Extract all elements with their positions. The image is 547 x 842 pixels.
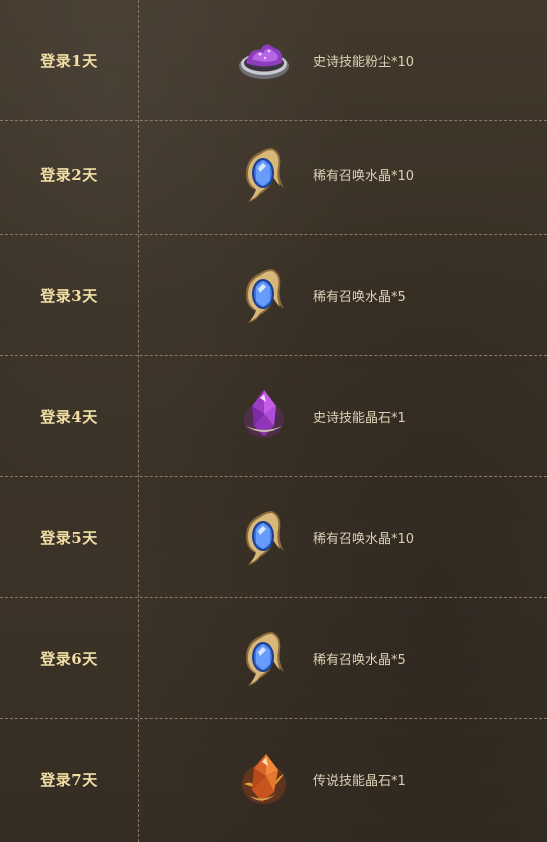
day-label: 登录7天 xyxy=(40,771,98,789)
day-label: 登录3天 xyxy=(40,286,98,305)
blue-summon-crystal-icon xyxy=(236,144,292,204)
reward-row-day-5: 登录5天 稀有召唤水晶*10 xyxy=(0,477,547,598)
reward-text: 传说技能晶石*1 xyxy=(313,774,406,789)
blue-summon-crystal-icon xyxy=(236,628,292,688)
day-label: 登录4天 xyxy=(40,407,98,426)
login-rewards-table: 登录1天 史诗技能粉尘*10 登录2天 稀有召唤水晶*10 登录3天 稀有召唤水… xyxy=(0,0,547,842)
day-label: 登录1天 xyxy=(40,51,98,70)
blue-summon-crystal-icon xyxy=(236,507,292,567)
purple-dust-icon xyxy=(236,30,292,90)
reward-text: 史诗技能粉尘*10 xyxy=(313,54,415,70)
reward-row-day-7: 登录7天 传说技能晶石*1 xyxy=(0,719,547,840)
reward-text: 稀有召唤水晶*10 xyxy=(313,168,415,184)
reward-text: 稀有召唤水晶*5 xyxy=(313,289,406,305)
blue-summon-crystal-icon xyxy=(236,265,292,325)
purple-skill-crystal-icon xyxy=(236,386,292,446)
reward-row-day-2: 登录2天 稀有召唤水晶*10 xyxy=(0,114,547,235)
reward-row-day-4: 登录4天 史诗技能晶石*1 xyxy=(0,356,547,477)
day-label: 登录5天 xyxy=(40,528,98,547)
reward-text: 史诗技能晶石*1 xyxy=(313,410,406,426)
day-label: 登录2天 xyxy=(40,165,98,184)
reward-text: 稀有召唤水晶*10 xyxy=(313,531,415,547)
reward-row-day-6: 登录6天 稀有召唤水晶*5 xyxy=(0,598,547,719)
reward-row-day-1: 登录1天 史诗技能粉尘*10 xyxy=(0,0,547,121)
reward-row-day-3: 登录3天 稀有召唤水晶*5 xyxy=(0,235,547,356)
day-label: 登录6天 xyxy=(40,649,98,668)
reward-text: 稀有召唤水晶*5 xyxy=(313,652,406,668)
orange-skill-crystal-icon xyxy=(236,750,292,810)
